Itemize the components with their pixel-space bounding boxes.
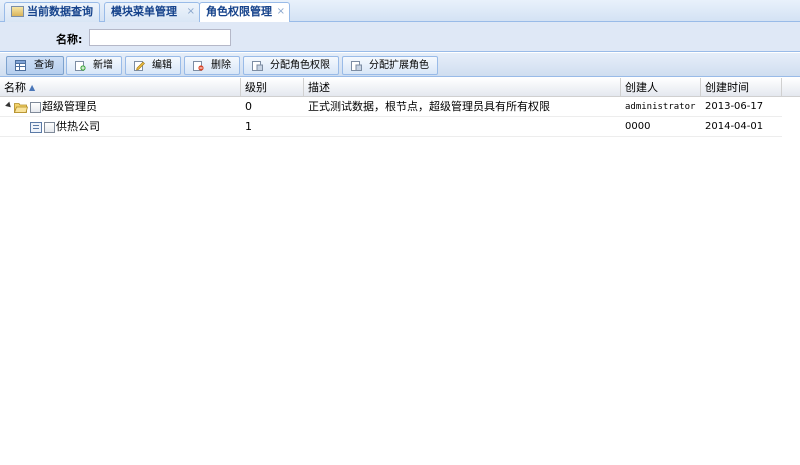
cell-created-time: 2013-06-17 [705, 101, 764, 112]
cell-level: 0 [245, 100, 252, 113]
close-icon[interactable]: × [187, 3, 195, 21]
home-icon [11, 6, 24, 17]
add-label: 新增 [93, 60, 113, 71]
tab-label: 当前数据查询 [27, 5, 93, 18]
toolbar: 查询 新增 编辑 删除 分配角色权限 分配扩展角色 [0, 53, 800, 77]
cell-description [304, 117, 621, 137]
column-label: 名称 [4, 81, 26, 94]
cell-name: 超级管理员 [42, 100, 97, 113]
tab-label: 角色权限管理 [206, 5, 272, 18]
tab-label: 模块菜单管理 [111, 5, 177, 18]
cell-created-time: 2014-04-01 [705, 121, 764, 132]
grid-scroll-area[interactable] [782, 97, 800, 465]
assign-role-permissions-label: 分配角色权限 [270, 60, 330, 71]
assign-extended-roles-button[interactable]: 分配扩展角色 [342, 56, 438, 75]
cell-creator: 0000 [625, 121, 651, 132]
cell-level: 1 [245, 120, 252, 133]
column-header-name[interactable]: 名称 ▲ [0, 78, 241, 97]
filter-panel: 名称: [0, 22, 800, 52]
close-icon[interactable]: × [277, 3, 285, 21]
edit-button[interactable]: 编辑 [125, 56, 181, 75]
column-header-created-time[interactable]: 创建时间 [701, 78, 782, 97]
column-label: 创建时间 [705, 81, 749, 94]
tab-current-data-query[interactable]: 当前数据查询 [4, 2, 100, 22]
sort-asc-icon: ▲ [29, 83, 36, 92]
tab-module-menu-management[interactable]: 模块菜单管理 × [104, 2, 200, 22]
tab-strip: 当前数据查询 模块菜单管理 × 角色权限管理 × [0, 0, 800, 23]
name-filter-input[interactable] [89, 29, 231, 46]
column-label: 描述 [308, 81, 330, 94]
column-header-level[interactable]: 级别 [241, 78, 304, 97]
grid-header: 名称 ▲ 级别 描述 创建人 创建时间 [0, 78, 800, 97]
table-row[interactable]: 超级管理员 0 正式测试数据，根节点，超级管理员具有所有权限 administr… [0, 97, 782, 117]
assign-role-permissions-button[interactable]: 分配角色权限 [243, 56, 339, 75]
folder-open-icon [14, 103, 28, 113]
column-header-description[interactable]: 描述 [304, 78, 621, 97]
tab-role-permission-management[interactable]: 角色权限管理 × [199, 2, 290, 23]
delete-label: 删除 [211, 60, 231, 71]
query-button[interactable]: 查询 [6, 56, 64, 75]
leaf-node-icon [30, 122, 42, 133]
delete-button[interactable]: 删除 [184, 56, 240, 75]
column-label: 创建人 [625, 81, 658, 94]
assign-extended-roles-label: 分配扩展角色 [369, 60, 429, 71]
cell-description: 正式测试数据，根节点，超级管理员具有所有权限 [308, 100, 550, 113]
cell-name: 供热公司 [56, 120, 100, 133]
cell-creator: administrator [625, 102, 696, 112]
edit-label: 编辑 [152, 60, 172, 71]
table-row[interactable]: 供热公司 1 0000 2014-04-01 [0, 117, 782, 137]
add-button[interactable]: 新增 [66, 56, 122, 75]
column-header-creator[interactable]: 创建人 [621, 78, 701, 97]
expand-arrow-icon[interactable] [5, 101, 13, 110]
name-filter-label: 名称: [56, 33, 83, 46]
column-label: 级别 [245, 81, 267, 94]
query-label: 查询 [34, 60, 54, 71]
